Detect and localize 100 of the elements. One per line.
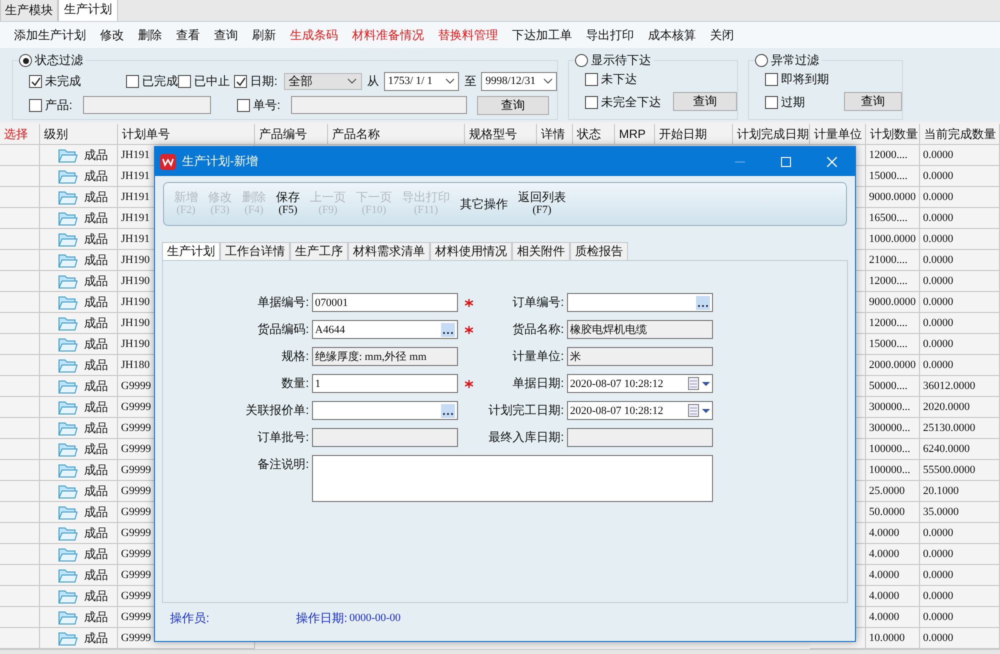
order-number-field[interactable] — [291, 96, 467, 114]
select-cell[interactable] — [0, 460, 40, 481]
checkbox[interactable] — [765, 96, 778, 109]
input-field[interactable]: 070001 — [312, 293, 458, 312]
select-cell[interactable] — [0, 376, 40, 397]
select-cell[interactable] — [0, 145, 40, 166]
toolbar-button[interactable]: 关闭 — [703, 26, 741, 44]
column-header[interactable]: 开始日期 — [655, 124, 733, 145]
range-dropdown[interactable]: 全部 — [284, 72, 362, 90]
notes-field[interactable] — [312, 455, 713, 502]
toolbar-button[interactable]: 材料准备情况 — [345, 26, 431, 44]
select-cell[interactable] — [0, 313, 40, 334]
column-header[interactable]: 当前完成数量 — [920, 124, 1000, 145]
tab[interactable]: 材料使用情况 — [430, 242, 512, 260]
column-header[interactable]: 产品编号 — [255, 124, 328, 145]
select-cell[interactable] — [0, 502, 40, 523]
input-field[interactable] — [312, 428, 458, 447]
select-cell[interactable] — [0, 208, 40, 229]
from-date-field[interactable]: 1753/ 1/ 1 — [384, 72, 460, 90]
column-header[interactable]: 详情 — [537, 124, 573, 145]
toolbar-button[interactable]: 下达加工单 — [505, 26, 579, 44]
tab[interactable]: 质检报告 — [570, 242, 628, 260]
input-field[interactable]: 绝缘厚度: mm,外径 mm — [312, 347, 458, 366]
select-cell[interactable] — [0, 250, 40, 271]
column-header[interactable]: 计划数量 — [866, 124, 920, 145]
lookup-button[interactable] — [696, 296, 710, 310]
toolbar-button[interactable]: 修改 — [93, 26, 131, 44]
lookup-button[interactable] — [441, 322, 455, 336]
input-field[interactable]: 橡胶电焊机电缆 — [567, 320, 713, 339]
toolbar-button[interactable]: 成本核算 — [641, 26, 703, 44]
tab[interactable]: 生产计划 — [162, 242, 220, 260]
column-header[interactable]: 计划完成日期 — [733, 124, 810, 145]
query-button[interactable]: 查询 — [844, 92, 902, 111]
select-cell[interactable] — [0, 544, 40, 565]
select-cell[interactable] — [0, 271, 40, 292]
product-field[interactable] — [83, 96, 211, 114]
tab[interactable]: 材料需求清单 — [348, 242, 430, 260]
query-button[interactable]: 查询 — [673, 92, 737, 111]
column-header[interactable]: 产品名称 — [328, 124, 465, 145]
input-field[interactable]: 2020-08-07 10:28:12 — [567, 401, 713, 420]
radio-button[interactable] — [19, 54, 32, 67]
toolbar-button[interactable]: 返回列表 (F7) — [514, 191, 570, 217]
toolbar-button[interactable]: 生成条码 — [283, 26, 345, 44]
toolbar-button[interactable]: 保存 (F5) — [272, 191, 304, 217]
input-field[interactable]: 2020-08-07 10:28:12 — [567, 374, 713, 393]
checkbox[interactable] — [234, 74, 248, 88]
input-field[interactable] — [567, 428, 713, 447]
radio-button[interactable] — [575, 54, 588, 67]
radio-button[interactable] — [755, 54, 768, 67]
checkbox[interactable] — [178, 74, 192, 88]
checkbox[interactable] — [126, 74, 140, 88]
select-cell[interactable] — [0, 439, 40, 460]
checkbox[interactable] — [29, 74, 42, 88]
input-field[interactable]: A4644 — [312, 320, 458, 339]
column-header[interactable]: 计划单号 — [118, 124, 255, 145]
checkbox[interactable] — [585, 96, 598, 109]
toolbar-button[interactable]: 其它操作 — [456, 198, 512, 210]
select-cell[interactable] — [0, 607, 40, 628]
select-cell[interactable] — [0, 586, 40, 607]
module-tab[interactable]: 生产模块 — [0, 0, 58, 21]
select-cell[interactable] — [0, 397, 40, 418]
select-cell[interactable] — [0, 334, 40, 355]
checkbox[interactable] — [237, 98, 250, 112]
input-field[interactable]: 米 — [567, 347, 713, 366]
select-cell[interactable] — [0, 481, 40, 502]
column-header[interactable]: 规格型号 — [465, 124, 537, 145]
checkbox[interactable] — [585, 73, 598, 86]
toolbar-button[interactable]: 刷新 — [245, 26, 283, 44]
toolbar-button[interactable]: 替换料管理 — [431, 26, 505, 44]
select-cell[interactable] — [0, 229, 40, 250]
input-field[interactable]: 1 — [312, 374, 458, 393]
toolbar-button[interactable]: 导出打印 — [579, 26, 641, 44]
column-header[interactable]: MRP — [615, 124, 655, 145]
input-field[interactable] — [312, 401, 458, 420]
select-cell[interactable] — [0, 628, 40, 649]
query-button[interactable]: 查询 — [477, 96, 549, 114]
module-tab[interactable]: 生产计划 — [58, 0, 118, 21]
select-cell[interactable] — [0, 418, 40, 439]
column-header[interactable]: 级别 — [40, 124, 118, 145]
tab[interactable]: 相关附件 — [512, 242, 570, 260]
select-cell[interactable] — [0, 565, 40, 586]
column-header[interactable]: 计量单位 — [810, 124, 866, 145]
column-header[interactable]: 状态 — [573, 124, 615, 145]
toolbar-button[interactable]: 添加生产计划 — [7, 26, 93, 44]
to-date-field[interactable]: 9998/12/31 — [481, 72, 557, 90]
select-cell[interactable] — [0, 187, 40, 208]
toolbar-button[interactable]: 删除 — [131, 26, 169, 44]
select-cell[interactable] — [0, 292, 40, 313]
select-cell[interactable] — [0, 523, 40, 544]
toolbar-button[interactable]: 查询 — [207, 26, 245, 44]
tab[interactable]: 工作台详情 — [220, 242, 290, 260]
column-header[interactable]: 选择 — [0, 124, 40, 145]
select-cell[interactable] — [0, 355, 40, 376]
checkbox[interactable] — [765, 73, 778, 86]
lookup-button[interactable] — [441, 404, 455, 418]
tab[interactable]: 生产工序 — [290, 242, 348, 260]
select-cell[interactable] — [0, 166, 40, 187]
checkbox[interactable] — [29, 98, 42, 112]
toolbar-button[interactable]: 查看 — [169, 26, 207, 44]
input-field[interactable] — [567, 293, 713, 312]
